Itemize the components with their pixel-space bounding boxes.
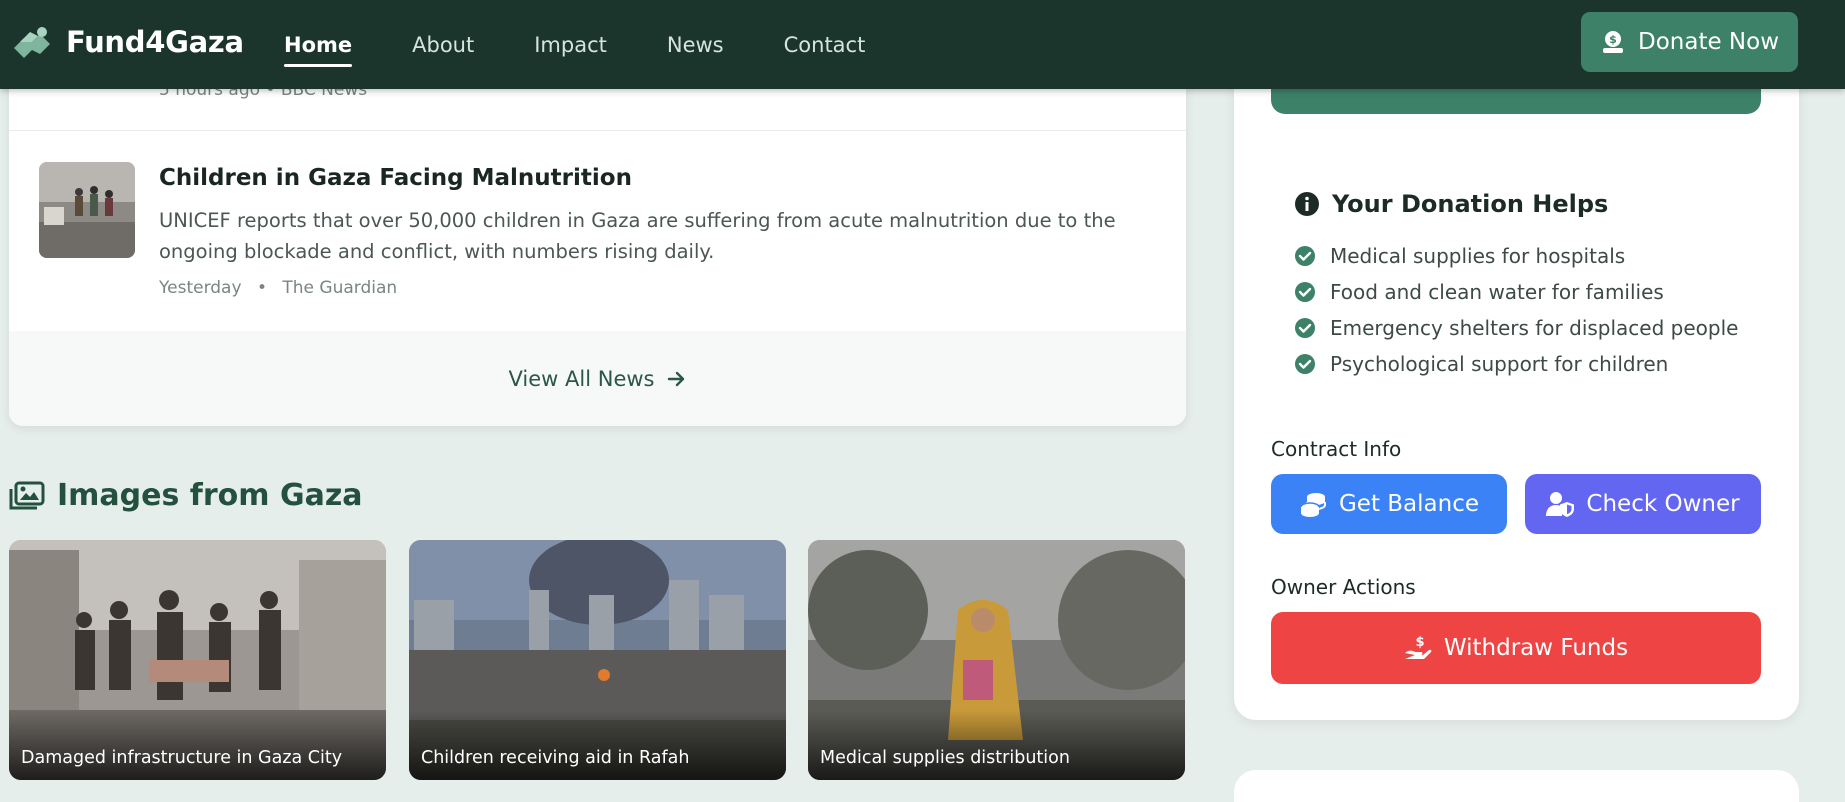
donation-helps-heading: Your Donation Helps [1294, 190, 1608, 218]
caption-overlay: Children receiving aid in Rafah [409, 710, 786, 780]
nav-link-news[interactable]: News [667, 29, 724, 61]
hand-holding-heart-icon [14, 27, 50, 58]
list-item: Psychological support for children [1294, 346, 1738, 382]
check-circle-icon [1295, 318, 1315, 338]
get-balance-button[interactable]: Get Balance [1271, 474, 1507, 534]
gallery-caption: Children receiving aid in Rafah [421, 748, 690, 768]
check-owner-button[interactable]: Check Owner [1525, 474, 1761, 534]
info-circle-icon [1295, 192, 1319, 216]
nav-link-contact[interactable]: Contact [784, 29, 866, 61]
news-time: Yesterday [159, 278, 242, 298]
list-item-label: Emergency shelters for displaced people [1330, 316, 1739, 340]
check-owner-label: Check Owner [1586, 491, 1740, 517]
news-thumbnail[interactable] [39, 162, 135, 258]
get-balance-label: Get Balance [1338, 491, 1480, 517]
list-item-label: Psychological support for children [1330, 352, 1669, 376]
donate-money-icon: $ [1602, 31, 1623, 53]
hand-dollar-icon: $ [1404, 635, 1432, 659]
donation-helps-title: Your Donation Helps [1332, 190, 1609, 218]
caption-overlay: Medical supplies distribution [808, 710, 1185, 780]
nav-links: Home About Impact News Contact [284, 0, 925, 89]
divider [9, 130, 1186, 131]
list-item-label: Food and clean water for families [1330, 280, 1664, 304]
arrow-right-icon [668, 371, 685, 386]
top-navbar: Fund4Gaza Home About Impact News Contact… [0, 0, 1845, 89]
gallery-card[interactable]: Damaged infrastructure in Gaza City [9, 540, 386, 780]
svg-text:$: $ [1609, 33, 1617, 46]
brand-name: Fund4Gaza [66, 25, 244, 59]
gallery-card[interactable]: Children receiving aid in Rafah [409, 540, 786, 780]
news-meta: Yesterday • The Guardian [159, 278, 397, 298]
news-title[interactable]: Children in Gaza Facing Malnutrition [159, 165, 632, 191]
gallery-caption: Damaged infrastructure in Gaza City [21, 748, 343, 768]
list-item: Emergency shelters for displaced people [1294, 310, 1738, 346]
nav-link-impact[interactable]: Impact [534, 29, 607, 61]
check-circle-icon [1295, 282, 1315, 302]
user-shield-icon [1546, 492, 1575, 517]
contract-info-label: Contract Info [1271, 437, 1402, 461]
view-all-news-label: View All News [508, 366, 655, 391]
gallery-caption: Medical supplies distribution [820, 748, 1070, 768]
check-circle-icon [1295, 354, 1315, 374]
withdraw-funds-button[interactable]: $ Withdraw Funds [1271, 612, 1761, 684]
next-sidebar-card [1234, 770, 1799, 802]
news-thumbnail-image [39, 162, 135, 258]
view-all-news-button[interactable]: View All News [9, 331, 1186, 426]
donate-now-button[interactable]: $ Donate Now [1581, 12, 1798, 72]
caption-overlay: Damaged infrastructure in Gaza City [9, 710, 386, 780]
list-item: Medical supplies for hospitals [1294, 238, 1738, 274]
list-item: Food and clean water for families [1294, 274, 1738, 310]
news-description: UNICEF reports that over 50,000 children… [159, 209, 1116, 263]
images-section-heading: Images from Gaza [9, 478, 363, 513]
images-icon [9, 481, 45, 509]
withdraw-funds-label: Withdraw Funds [1443, 635, 1629, 661]
brand[interactable]: Fund4Gaza [10, 20, 244, 64]
donation-helps-list: Medical supplies for hospitals Food and … [1294, 238, 1738, 382]
news-card: 5 hours ago • BBC News Children in Gaza … [9, 60, 1186, 426]
gallery-card[interactable]: Medical supplies distribution [808, 540, 1185, 780]
images-section-title: Images from Gaza [57, 478, 363, 513]
donate-now-label: Donate Now [1637, 29, 1780, 55]
coins-icon [1300, 493, 1326, 517]
nav-link-home[interactable]: Home [284, 29, 353, 67]
owner-actions-label: Owner Actions [1271, 575, 1416, 599]
svg-text:$: $ [1415, 635, 1424, 650]
news-source: The Guardian [282, 278, 398, 298]
nav-link-about[interactable]: About [412, 29, 474, 61]
list-item-label: Medical supplies for hospitals [1330, 244, 1626, 268]
meta-separator: • [256, 278, 267, 298]
donation-sidebar: Your Donation Helps Medical supplies for… [1234, 60, 1799, 720]
check-circle-icon [1295, 246, 1315, 266]
